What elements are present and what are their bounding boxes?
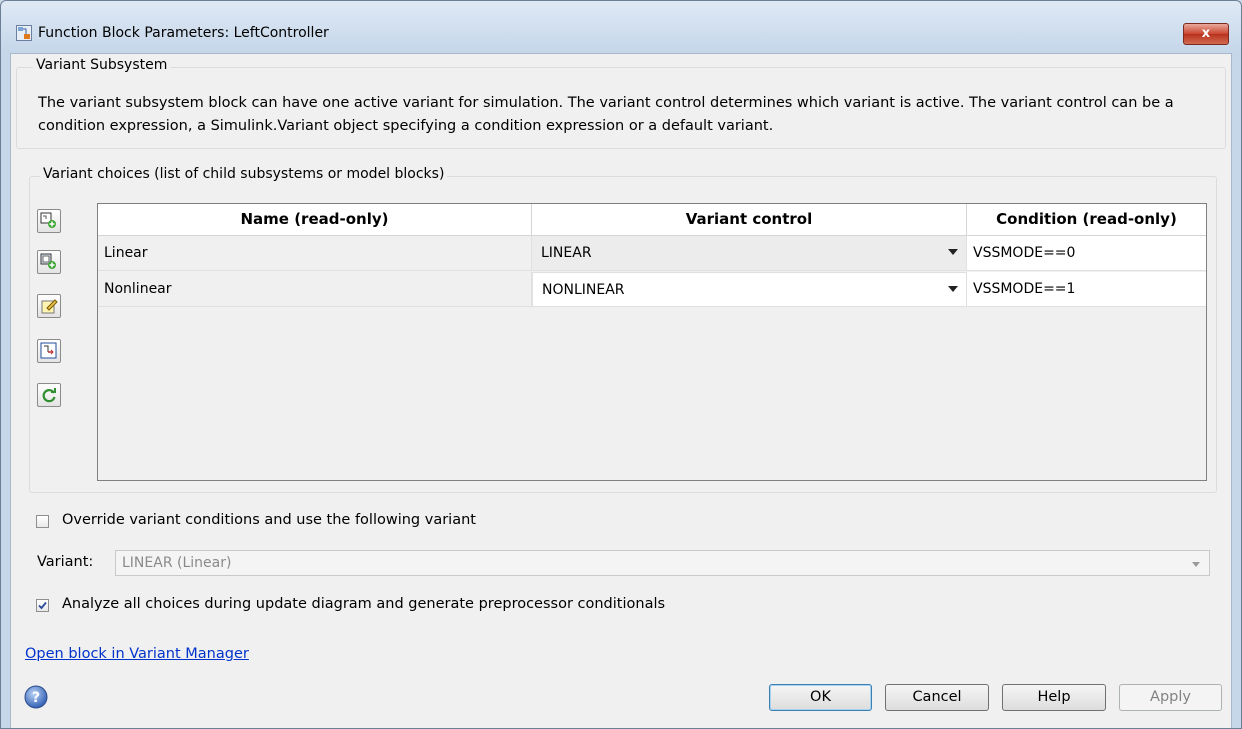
override-checkbox[interactable] <box>36 515 49 528</box>
open-variant-manager-link[interactable]: Open block in Variant Manager <box>25 646 249 662</box>
chevron-down-icon[interactable] <box>948 286 958 292</box>
close-button[interactable]: x <box>1183 23 1229 45</box>
edit-icon <box>41 299 58 314</box>
title-bar[interactable]: Function Block Parameters: LeftControlle… <box>1 1 1241 53</box>
variant-subsystem-legend: Variant Subsystem <box>33 57 171 73</box>
refresh-button[interactable] <box>37 383 61 407</box>
row-linear-condition: VSSMODE==0 <box>967 236 1206 271</box>
add-subsystem-choice-button[interactable] <box>37 209 61 233</box>
add-subsystem-choice-icon <box>40 212 56 228</box>
variant-select[interactable]: LINEAR (Linear) <box>115 550 1210 576</box>
ok-button[interactable]: OK <box>769 684 872 711</box>
check-icon <box>38 601 47 610</box>
apply-button[interactable]: Apply <box>1119 684 1222 711</box>
close-icon: x <box>1201 26 1211 41</box>
dialog-window: Function Block Parameters: LeftControlle… <box>0 0 1242 729</box>
svg-text:?: ? <box>32 690 40 706</box>
column-header-condition[interactable]: Condition (read-only) <box>967 204 1206 236</box>
variant-choices-legend: Variant choices (list of child subsystem… <box>40 166 448 182</box>
variant-control-value: LINEAR <box>541 245 592 261</box>
edit-button[interactable] <box>37 294 61 318</box>
help-icon[interactable]: ? <box>24 685 48 709</box>
add-model-choice-icon <box>40 253 56 269</box>
variant-subsystem-description: The variant subsystem block can have one… <box>38 95 1174 134</box>
open-block-button[interactable] <box>37 339 61 363</box>
add-model-choice-button[interactable] <box>37 250 61 274</box>
window-title: Function Block Parameters: LeftControlle… <box>38 25 329 41</box>
row-nonlinear-name[interactable]: Nonlinear <box>98 272 532 307</box>
dialog-body: Variant Subsystem The variant subsystem … <box>10 53 1232 728</box>
variant-select-value: LINEAR (Linear) <box>122 555 232 571</box>
chevron-down-icon[interactable] <box>948 249 958 255</box>
column-header-variant-control[interactable]: Variant control <box>532 204 967 236</box>
help-button[interactable]: Help <box>1002 684 1106 711</box>
row-nonlinear-variant-control[interactable]: NONLINEAR <box>532 272 967 307</box>
refresh-icon <box>42 388 56 403</box>
simulink-block-icon <box>16 25 32 41</box>
variant-choices-table: Name (read-only) Variant control Conditi… <box>97 203 1207 481</box>
analyze-checkbox[interactable] <box>36 599 49 612</box>
analyze-label: Analyze all choices during update diagra… <box>62 596 666 612</box>
chevron-down-icon <box>1192 562 1200 567</box>
variant-control-value: NONLINEAR <box>542 282 625 298</box>
column-header-name[interactable]: Name (read-only) <box>98 204 532 236</box>
row-linear-name[interactable]: Linear <box>98 236 532 271</box>
override-label: Override variant conditions and use the … <box>62 512 476 528</box>
row-nonlinear-condition: VSSMODE==1 <box>967 272 1206 307</box>
row-linear-variant-control[interactable]: LINEAR <box>532 236 967 271</box>
cancel-button[interactable]: Cancel <box>885 684 989 711</box>
open-block-icon <box>40 342 57 359</box>
variant-label: Variant: <box>37 554 94 570</box>
